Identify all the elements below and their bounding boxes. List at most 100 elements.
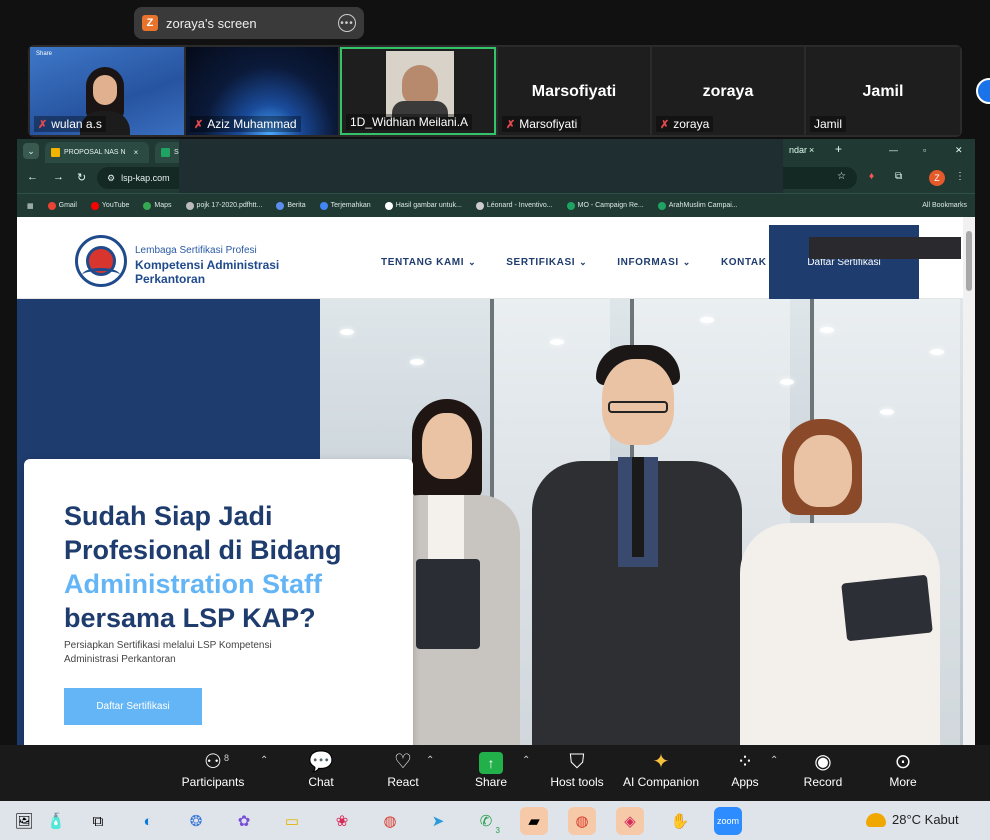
meeting-controls: ⚇ 8 Participants ⌃ 💬 Chat ♡ React ⌃ ↑ Sh… bbox=[0, 745, 990, 801]
weather-widget[interactable]: 28°C Kabut bbox=[866, 812, 959, 827]
whatsapp-icon[interactable]: ✆ 3 bbox=[472, 807, 500, 835]
participant-tile[interactable]: zoraya ✗ zoraya bbox=[652, 47, 804, 135]
participant-name: Jamil bbox=[810, 116, 847, 132]
participant-tile[interactable]: Marsofiyati ✗ Marsofiyati bbox=[498, 47, 650, 135]
more-options-icon[interactable]: ••• bbox=[338, 14, 356, 32]
sparkle-icon: ✦ bbox=[652, 751, 670, 773]
ai-companion-button[interactable]: ✦ AI Companion bbox=[616, 749, 706, 789]
chrome-icon[interactable]: ◍ bbox=[376, 807, 404, 835]
redacted-area bbox=[179, 139, 783, 193]
bookmark-item[interactable]: Hasil gambar untuk... bbox=[384, 201, 462, 210]
sticky-notes-icon[interactable]: ▰ bbox=[520, 807, 548, 835]
host-tools-button[interactable]: ⛉ Host tools bbox=[532, 749, 622, 789]
nav-sertifikasi[interactable]: SERTIFIKASI ⌄ bbox=[506, 257, 587, 268]
file-explorer-icon[interactable]: ▭ bbox=[278, 807, 306, 835]
bookmark-star-icon[interactable]: ☆ bbox=[837, 171, 846, 182]
page-scrollbar[interactable] bbox=[963, 217, 975, 745]
participant-strip: Share ✗ wulan a.s ✗ Aziz Muhammad 1D_Wid… bbox=[28, 45, 962, 137]
nav-tentang-kami[interactable]: TENTANG KAMI ⌄ bbox=[381, 257, 476, 268]
new-tab-icon[interactable]: + bbox=[835, 142, 842, 156]
edge-icon[interactable]: ◐ bbox=[134, 807, 162, 835]
site-info-icon[interactable]: ⚙ bbox=[107, 173, 115, 184]
widgets-icon[interactable]: 🖼 bbox=[10, 807, 38, 835]
lsp-logo[interactable] bbox=[75, 235, 127, 287]
maximize-icon[interactable]: ▫ bbox=[923, 145, 926, 155]
bookmark-gmail[interactable]: Gmail bbox=[47, 201, 77, 210]
brand-line-1: Lembaga Sertifikasi Profesi bbox=[135, 245, 257, 256]
caret-up-icon[interactable]: ⌃ bbox=[522, 755, 530, 766]
app-icon[interactable]: ◈ bbox=[616, 807, 644, 835]
participant-tile[interactable]: ✗ Aziz Muhammad bbox=[186, 47, 338, 135]
copilot-icon[interactable]: ✿ bbox=[230, 807, 258, 835]
participant-display-name: Marsofiyati bbox=[531, 83, 617, 100]
participant-tile[interactable]: Jamil Jamil bbox=[806, 47, 960, 135]
hero-heading: Sudah Siap Jadi Profesional di Bidang Ad… bbox=[64, 501, 342, 633]
apps-grid-icon[interactable]: ▦ bbox=[27, 202, 34, 210]
extension-icon[interactable]: ♦ bbox=[869, 171, 874, 182]
bookmark-item[interactable]: pojk 17-2020.pdfhtt... bbox=[185, 201, 262, 210]
app-icon[interactable]: ✋ bbox=[666, 807, 694, 835]
caret-up-icon[interactable]: ⌃ bbox=[260, 755, 268, 766]
record-button[interactable]: ◉ Record bbox=[778, 749, 868, 789]
chrome-profile-icon[interactable]: ◍ bbox=[568, 807, 596, 835]
maps-icon bbox=[143, 201, 152, 210]
bookmark-maps[interactable]: Maps bbox=[143, 201, 172, 210]
mic-muted-icon: ✗ bbox=[506, 118, 516, 131]
share-icon: ↑ bbox=[479, 752, 503, 774]
app-icon[interactable]: ❀ bbox=[328, 807, 356, 835]
extensions-puzzle-icon[interactable]: ⧉ bbox=[895, 171, 902, 182]
zoom-icon[interactable]: zoom bbox=[714, 807, 742, 835]
bookmark-item[interactable]: Léonard - Inventivo... bbox=[475, 201, 553, 210]
browser-menu-icon[interactable]: ⋮ bbox=[955, 171, 965, 182]
react-button[interactable]: ♡ React ⌃ bbox=[358, 749, 448, 789]
windows-taskbar: 🖼 🧴 ⧉ ◐ ❂ ✿ ▭ ❀ ◍ ➤ ✆ 3 ▰ ◍ ◈ ✋ zoom 28°C… bbox=[0, 801, 990, 840]
back-icon[interactable]: ← bbox=[27, 171, 38, 183]
bookmark-item[interactable]: ArahMuslim Campai... bbox=[657, 201, 738, 210]
close-tab-icon[interactable]: × bbox=[809, 145, 814, 155]
tab-search-chevron-icon[interactable]: ⌄ bbox=[23, 143, 39, 159]
bookmark-item[interactable]: MO - Campaign Re... bbox=[566, 201, 644, 210]
minimize-icon[interactable]: — bbox=[889, 145, 898, 155]
participants-button[interactable]: ⚇ 8 Participants ⌃ bbox=[168, 749, 269, 789]
chat-button[interactable]: 💬 Chat bbox=[276, 749, 366, 789]
shared-browser-window: ⌄ PROPOSAL NAS N × S ndar × + — ▫ ✕ ← → … bbox=[17, 139, 975, 745]
nav-informasi[interactable]: INFORMASI ⌄ bbox=[617, 257, 691, 268]
screen-share-indicator[interactable]: Z zoraya's screen ••• bbox=[134, 7, 364, 39]
apps-button[interactable]: ⁘ Apps ⌃ bbox=[700, 749, 790, 789]
profile-avatar[interactable]: Z bbox=[929, 170, 945, 186]
bookmark-youtube[interactable]: YouTube bbox=[90, 201, 129, 210]
caret-up-icon[interactable]: ⌃ bbox=[426, 755, 434, 766]
hero-card: Sudah Siap Jadi Profesional di Bidang Ad… bbox=[24, 459, 413, 745]
participant-tile-active-speaker[interactable]: 1D_Widhian Meilani.A bbox=[340, 47, 496, 135]
close-window-icon[interactable]: ✕ bbox=[955, 145, 963, 156]
participant-tile[interactable]: Share ✗ wulan a.s bbox=[30, 47, 184, 135]
participant-name: ✗ zoraya bbox=[656, 116, 714, 132]
participant-name: ✗ Aziz Muhammad bbox=[190, 116, 301, 132]
hero-register-button[interactable]: Daftar Sertifikasi bbox=[64, 688, 202, 725]
website-viewport: Lembaga Sertifikasi Profesi Kompetensi A… bbox=[17, 217, 963, 745]
app-icon[interactable]: ❂ bbox=[182, 807, 210, 835]
zoom-meeting-window: Z zoraya's screen ••• Share ✗ wulan a.s … bbox=[0, 0, 990, 840]
mic-muted-icon: ✗ bbox=[194, 118, 204, 131]
translate-icon bbox=[319, 201, 328, 210]
more-button[interactable]: ⊙ More bbox=[858, 749, 948, 789]
telegram-icon[interactable]: ➤ bbox=[424, 807, 452, 835]
redacted-area bbox=[809, 237, 961, 259]
weather-icon bbox=[866, 812, 886, 827]
all-bookmarks-folder[interactable]: All Bookmarks bbox=[922, 202, 967, 209]
task-view-icon[interactable]: ⧉ bbox=[84, 807, 112, 835]
share-button[interactable]: ↑ Share ⌃ bbox=[446, 749, 536, 789]
close-tab-icon[interactable]: × bbox=[134, 148, 139, 157]
reload-icon[interactable]: ↻ bbox=[77, 171, 86, 184]
bookmark-item[interactable]: Berita bbox=[276, 201, 306, 210]
site-brand[interactable]: Lembaga Sertifikasi Profesi Kompetensi A… bbox=[135, 245, 279, 286]
notification-dot[interactable] bbox=[976, 78, 990, 104]
forward-icon[interactable]: → bbox=[53, 171, 64, 183]
tray-app-icon[interactable]: 🧴 bbox=[42, 807, 70, 835]
site-icon bbox=[475, 201, 484, 210]
browser-tab[interactable]: PROPOSAL NAS N × bbox=[45, 142, 149, 163]
shield-icon: ⛉ bbox=[569, 751, 585, 773]
bookmark-item[interactable]: Terjemahkan bbox=[319, 201, 371, 210]
nav-kontak[interactable]: KONTAK bbox=[721, 257, 767, 268]
news-icon bbox=[276, 201, 285, 210]
